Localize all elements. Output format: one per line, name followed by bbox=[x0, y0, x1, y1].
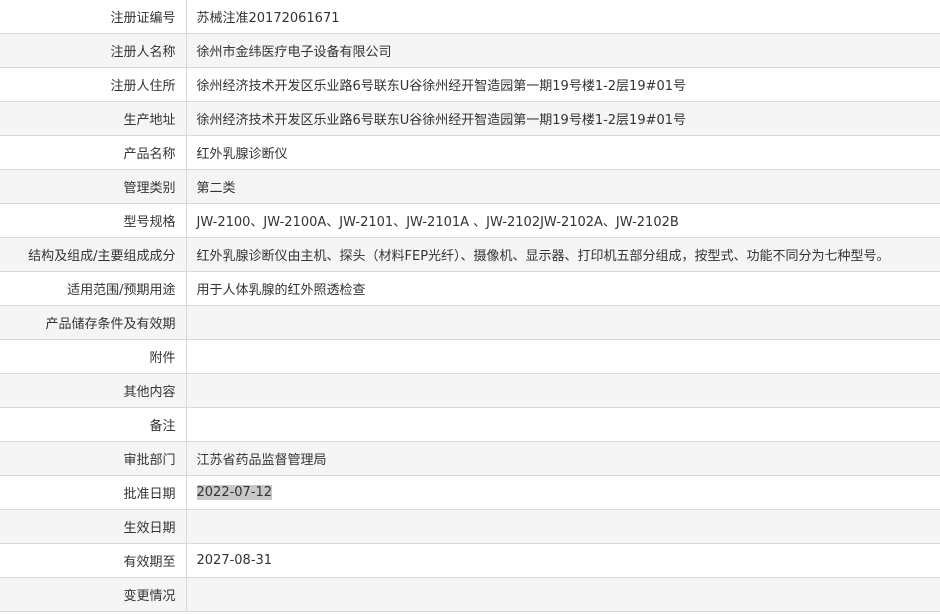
row-product-name: 产品名称 红外乳腺诊断仪 bbox=[0, 135, 940, 170]
row-approval-date: 批准日期 2022-07-12 bbox=[0, 475, 940, 510]
label-product-name: 产品名称 bbox=[0, 135, 187, 170]
value-registration-number: 苏械注准20172061671 bbox=[186, 0, 940, 34]
value-approval-date: 2022-07-12 bbox=[196, 485, 273, 500]
label-intended-use: 适用范围/预期用途 bbox=[0, 271, 187, 306]
value-other-content bbox=[186, 373, 940, 408]
row-intended-use: 适用范围/预期用途 用于人体乳腺的红外照透检查 bbox=[0, 271, 940, 306]
value-remarks bbox=[186, 407, 940, 442]
label-other-content: 其他内容 bbox=[0, 373, 187, 408]
registration-record-table: 注册证编号 苏械注准20172061671 注册人名称 徐州市金纬医疗电子设备有… bbox=[0, 0, 940, 612]
label-expiry-date: 有效期至 bbox=[0, 543, 187, 578]
value-structure-composition: 红外乳腺诊断仪由主机、探头（材料FEP光纤）、摄像机、显示器、打印机五部分组成，… bbox=[186, 237, 940, 272]
row-registrant-address: 注册人住所 徐州经济技术开发区乐业路6号联东U谷徐州经开智造园第一期19号楼1-… bbox=[0, 67, 940, 102]
row-expiry-date: 有效期至 2027-08-31 bbox=[0, 543, 940, 578]
row-effective-date: 生效日期 bbox=[0, 509, 940, 544]
row-registration-number: 注册证编号 苏械注准20172061671 bbox=[0, 0, 940, 34]
value-storage-validity bbox=[186, 305, 940, 340]
row-attachments: 附件 bbox=[0, 339, 940, 374]
row-other-content: 其他内容 bbox=[0, 373, 940, 408]
value-management-category: 第二类 bbox=[186, 169, 940, 204]
label-storage-validity: 产品储存条件及有效期 bbox=[0, 305, 187, 340]
label-production-address: 生产地址 bbox=[0, 101, 187, 136]
value-attachments bbox=[186, 339, 940, 374]
label-registrant-name: 注册人名称 bbox=[0, 33, 187, 68]
value-expiry-date: 2027-08-31 bbox=[186, 543, 940, 578]
label-management-category: 管理类别 bbox=[0, 169, 187, 204]
value-product-name: 红外乳腺诊断仪 bbox=[186, 135, 940, 170]
label-effective-date: 生效日期 bbox=[0, 509, 187, 544]
row-approval-department: 审批部门 江苏省药品监督管理局 bbox=[0, 441, 940, 476]
row-model-spec: 型号规格 JW-2100、JW-2100A、JW-2101、JW-2101A 、… bbox=[0, 203, 940, 238]
value-intended-use: 用于人体乳腺的红外照透检查 bbox=[186, 271, 940, 306]
row-remarks: 备注 bbox=[0, 407, 940, 442]
label-structure-composition: 结构及组成/主要组成成分 bbox=[0, 237, 187, 272]
value-registrant-name: 徐州市金纬医疗电子设备有限公司 bbox=[186, 33, 940, 68]
row-management-category: 管理类别 第二类 bbox=[0, 169, 940, 204]
value-approval-date-cell: 2022-07-12 bbox=[186, 475, 940, 510]
row-registrant-name: 注册人名称 徐州市金纬医疗电子设备有限公司 bbox=[0, 33, 940, 68]
value-model-spec: JW-2100、JW-2100A、JW-2101、JW-2101A 、JW-21… bbox=[186, 203, 940, 238]
value-effective-date bbox=[186, 509, 940, 544]
label-model-spec: 型号规格 bbox=[0, 203, 187, 238]
label-change-status: 变更情况 bbox=[0, 577, 187, 612]
row-structure-composition: 结构及组成/主要组成成分 红外乳腺诊断仪由主机、探头（材料FEP光纤）、摄像机、… bbox=[0, 237, 940, 272]
row-storage-validity: 产品储存条件及有效期 bbox=[0, 305, 940, 340]
value-change-status bbox=[186, 577, 940, 612]
row-production-address: 生产地址 徐州经济技术开发区乐业路6号联东U谷徐州经开智造园第一期19号楼1-2… bbox=[0, 101, 940, 136]
value-production-address: 徐州经济技术开发区乐业路6号联东U谷徐州经开智造园第一期19号楼1-2层19#0… bbox=[186, 101, 940, 136]
label-approval-date: 批准日期 bbox=[0, 475, 187, 510]
value-registrant-address: 徐州经济技术开发区乐业路6号联东U谷徐州经开智造园第一期19号楼1-2层19#0… bbox=[186, 67, 940, 102]
value-approval-department: 江苏省药品监督管理局 bbox=[186, 441, 940, 476]
label-remarks: 备注 bbox=[0, 407, 187, 442]
label-registration-number: 注册证编号 bbox=[0, 0, 187, 34]
row-change-status: 变更情况 bbox=[0, 577, 940, 612]
label-attachments: 附件 bbox=[0, 339, 187, 374]
label-registrant-address: 注册人住所 bbox=[0, 67, 187, 102]
label-approval-department: 审批部门 bbox=[0, 441, 187, 476]
